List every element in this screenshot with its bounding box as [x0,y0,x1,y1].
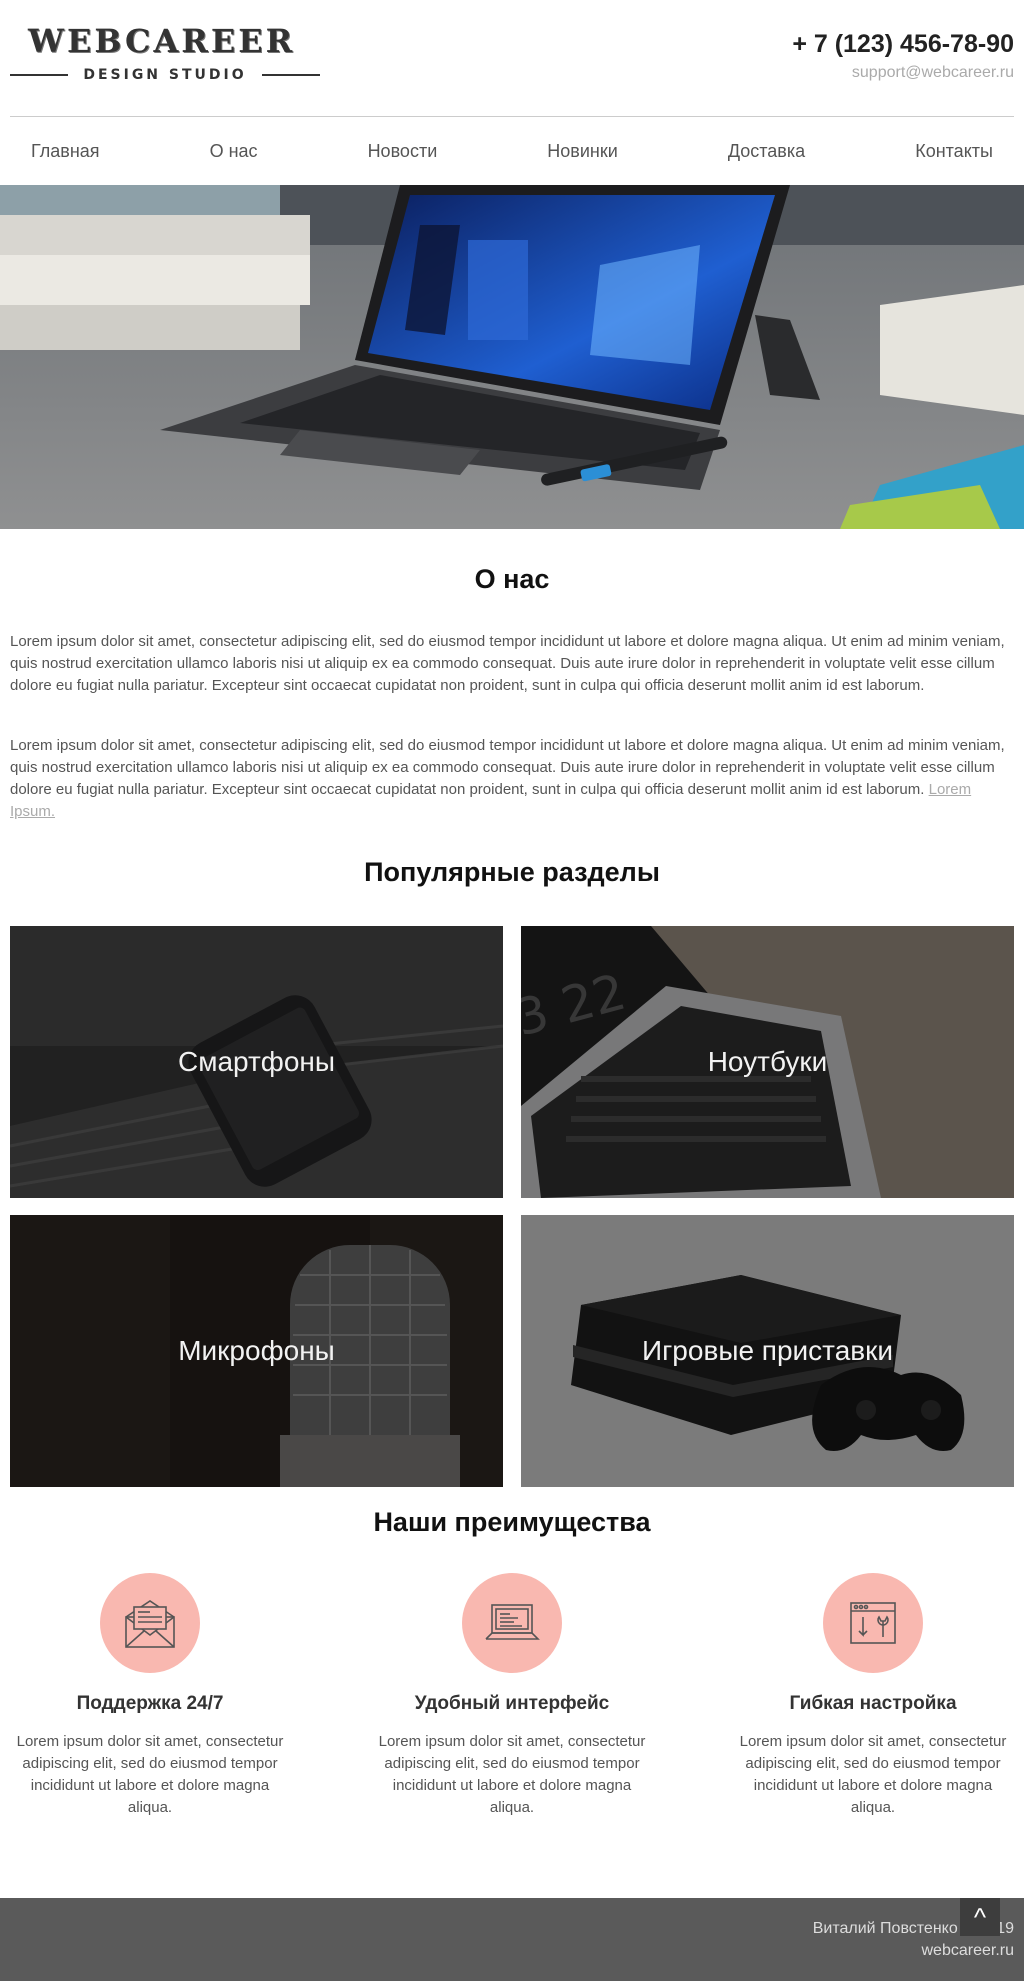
about-paragraph-2: Lorem ipsum dolor sit amet, consectetur … [10,735,1014,823]
advantages-title: Наши преимущества [373,1507,651,1537]
footer-site[interactable]: webcareer.ru [922,1942,1015,1960]
support-email[interactable]: support@webcareer.ru [852,64,1014,82]
category-smartphones[interactable]: Смартфоны [10,926,503,1198]
advantage-text: Lorem ipsum dolor sit amet, consectetur … [378,1733,646,1816]
settings-window-icon [823,1573,923,1673]
category-game-consoles[interactable]: Игровые приставки [521,1215,1014,1487]
laptop-icon [462,1573,562,1673]
advantage-settings: Гибкая настройка Lorem ipsum dolor sit a… [733,1573,1013,1819]
nav-item-about[interactable]: О нас [210,141,258,162]
scroll-to-top-button[interactable]: ^ [960,1898,1000,1936]
advantage-support: Поддержка 24/7 Lorem ipsum dolor sit ame… [10,1573,290,1819]
advantage-title: Поддержка 24/7 [76,1693,224,1714]
logo-subtitle-text: DESIGN STUDIO [83,67,247,83]
category-label: Ноутбуки [707,1046,828,1077]
advantage-title: Удобный интерфейс [414,1693,610,1714]
hero-slider[interactable] [0,185,1024,529]
nav-item-new-products[interactable]: Новинки [547,141,618,162]
logo-subtitle: DESIGN STUDIO [10,65,320,85]
footer: Виталий Повстенко © 2019 webcareer.ru [0,1898,1024,1981]
nav-item-home[interactable]: Главная [31,141,100,162]
phone-number[interactable]: + 7 (123) 456-78-90 [792,30,1014,59]
about-title: О нас [474,564,550,594]
category-label: Игровые приставки [641,1335,894,1366]
category-microphones[interactable]: Микрофоны [10,1215,503,1487]
advantage-text: Lorem ipsum dolor sit amet, consectetur … [16,1733,284,1816]
advantage-text: Lorem ipsum dolor sit amet, consectetur … [739,1733,1007,1816]
advantage-interface: Удобный интерфейс Lorem ipsum dolor sit … [372,1573,652,1819]
advantage-title: Гибкая настройка [789,1693,957,1714]
envelope-icon [100,1573,200,1673]
about-paragraph-1: Lorem ipsum dolor sit amet, consectetur … [10,633,1005,694]
logo-line-left [10,74,68,76]
header: WEBCAREER DESIGN STUDIO + 7 (123) 456-78… [0,0,1024,116]
nav-item-news[interactable]: Новости [368,141,438,162]
popular-title: Популярные разделы [364,857,660,887]
main-nav: Главная О нас Новости Новинки Доставка К… [0,117,1024,185]
category-laptops[interactable]: 3 22 Ноутбуки [521,926,1014,1198]
category-label: Смартфоны [177,1046,336,1077]
slide-image [0,185,1024,529]
category-label: Микрофоны [178,1335,335,1366]
nav-item-contacts[interactable]: Контакты [915,141,993,162]
logo-title: WEBCAREER [28,22,296,60]
about-paragraph-2-text: Lorem ipsum dolor sit amet, consectetur … [10,737,1005,798]
logo-line-right [262,74,320,76]
nav-item-delivery[interactable]: Доставка [728,141,805,162]
logo[interactable]: WEBCAREER DESIGN STUDIO [10,22,320,84]
